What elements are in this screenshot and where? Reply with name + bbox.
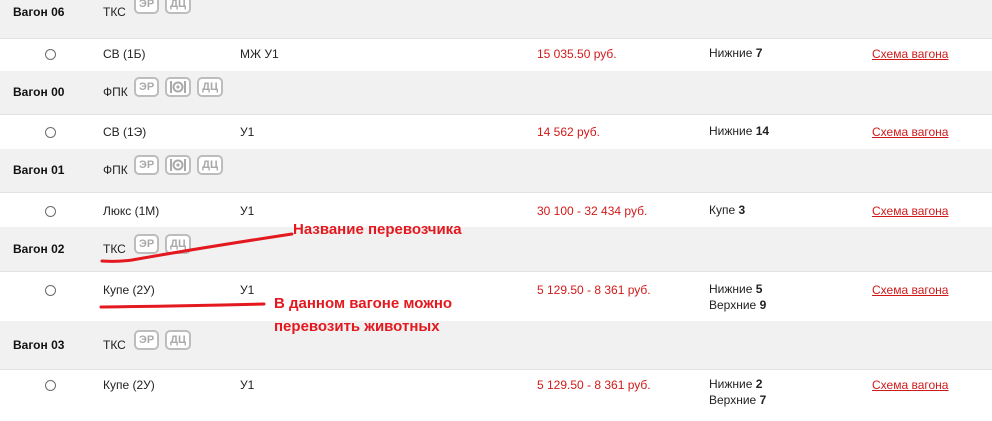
animals-annotation-line1: В данном вагоне можно <box>274 295 453 312</box>
annotation-strokes <box>99 232 294 309</box>
carrier-underline-stroke <box>100 232 294 263</box>
carrier-annotation: Название перевозчика <box>293 221 462 238</box>
animals-annotation-line2: перевозить животных <box>274 318 440 335</box>
animals-underline-stroke <box>99 302 266 309</box>
